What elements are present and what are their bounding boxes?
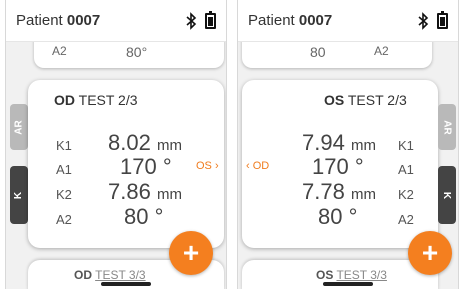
card-title: OS TEST 2/3 <box>324 92 407 108</box>
next-card-title: OD TEST 3/3 <box>74 268 146 282</box>
a1-value: 170 ° <box>312 154 364 179</box>
k2-label: K2 <box>398 187 414 202</box>
a2-value: 80 ° <box>318 204 358 229</box>
k1-unit: mm <box>156 137 182 154</box>
a1-value: 170 ° <box>120 154 172 179</box>
a1-label: A1 <box>56 162 72 177</box>
plus-icon: + <box>182 237 200 268</box>
k2-number: 7.78 <box>302 179 345 204</box>
k1-label: K1 <box>56 138 72 153</box>
measurement-card: OD TEST 2/3 K1 8.02 mm A1 170 ° K2 7.86 … <box>28 80 224 248</box>
nav-to-os-link[interactable]: OS › <box>196 160 219 172</box>
measurement-card: OS TEST 2/3 7.94 mm K1 170 ° A1 7.78 mm … <box>242 80 438 248</box>
prev-value: 80° <box>126 44 148 60</box>
patient-id: 0007 <box>66 12 101 29</box>
tab-k[interactable]: K <box>438 166 456 224</box>
add-button[interactable]: + <box>169 231 213 275</box>
prev-value: 80 <box>310 44 326 60</box>
next-card-title: OS TEST 3/3 <box>316 268 387 282</box>
k2-unit: mm <box>350 186 376 203</box>
bluetooth-icon <box>418 11 429 30</box>
k2-value: 7.86 mm <box>108 179 182 205</box>
test-label: TEST 2/3 <box>78 92 138 108</box>
home-indicator[interactable] <box>323 282 373 286</box>
plus-icon: + <box>421 237 439 268</box>
home-indicator[interactable] <box>101 282 151 286</box>
eye-label: OD <box>54 92 75 108</box>
k1-value: 8.02 mm <box>108 130 182 156</box>
k2-value: 7.78 mm <box>302 179 376 205</box>
patient-prefix: Patient <box>248 12 299 29</box>
a1-label: A1 <box>398 162 414 177</box>
battery-icon <box>437 10 448 29</box>
a2-label: A2 <box>56 212 72 227</box>
patient-title: Patient 0007 <box>16 12 185 29</box>
tab-ar-label: AR <box>441 119 453 135</box>
right-screen: Patient 0007 80 A2 OS TEST 2/3 7.94 mm K… <box>237 0 459 289</box>
tab-ar[interactable]: AR <box>10 104 28 150</box>
k1-unit: mm <box>350 137 376 154</box>
left-screen: Patient 0007 A2 80° AR K OD TEST 2/3 K1 … <box>5 0 227 289</box>
k1-number: 7.94 <box>302 130 345 155</box>
patient-id: 0007 <box>298 12 333 29</box>
nav-to-od-link[interactable]: ‹ OD <box>246 160 269 172</box>
prev-label: A2 <box>52 44 67 58</box>
k1-label: K1 <box>398 138 414 153</box>
k2-number: 7.86 <box>108 179 151 204</box>
k1-number: 8.02 <box>108 130 151 155</box>
k2-unit: mm <box>156 186 182 203</box>
next-eye-label: OS <box>316 268 334 282</box>
card-title: OD TEST 2/3 <box>54 92 138 108</box>
patient-prefix: Patient <box>16 12 67 29</box>
tab-k-label: K <box>13 191 25 199</box>
add-button[interactable]: + <box>408 231 452 275</box>
tab-k-label: K <box>441 191 453 199</box>
next-test-label: TEST 3/3 <box>95 268 146 282</box>
tab-k[interactable]: K <box>10 166 28 224</box>
next-eye-label: OD <box>74 268 92 282</box>
a2-value: 80 ° <box>124 204 164 229</box>
prev-label: A2 <box>374 44 389 58</box>
status-bar: Patient 0007 <box>238 0 458 42</box>
k2-label: K2 <box>56 187 72 202</box>
bluetooth-icon <box>186 11 197 30</box>
test-label: TEST 2/3 <box>347 92 407 108</box>
a2-label: A2 <box>398 212 414 227</box>
k1-value: 7.94 mm <box>302 130 376 156</box>
status-bar: Patient 0007 <box>6 0 226 42</box>
patient-title: Patient 0007 <box>248 12 417 29</box>
battery-icon <box>205 10 216 29</box>
eye-label: OS <box>324 92 345 108</box>
tab-ar[interactable]: AR <box>438 104 456 150</box>
tab-ar-label: AR <box>13 119 25 135</box>
next-test-label: TEST 3/3 <box>336 268 387 282</box>
